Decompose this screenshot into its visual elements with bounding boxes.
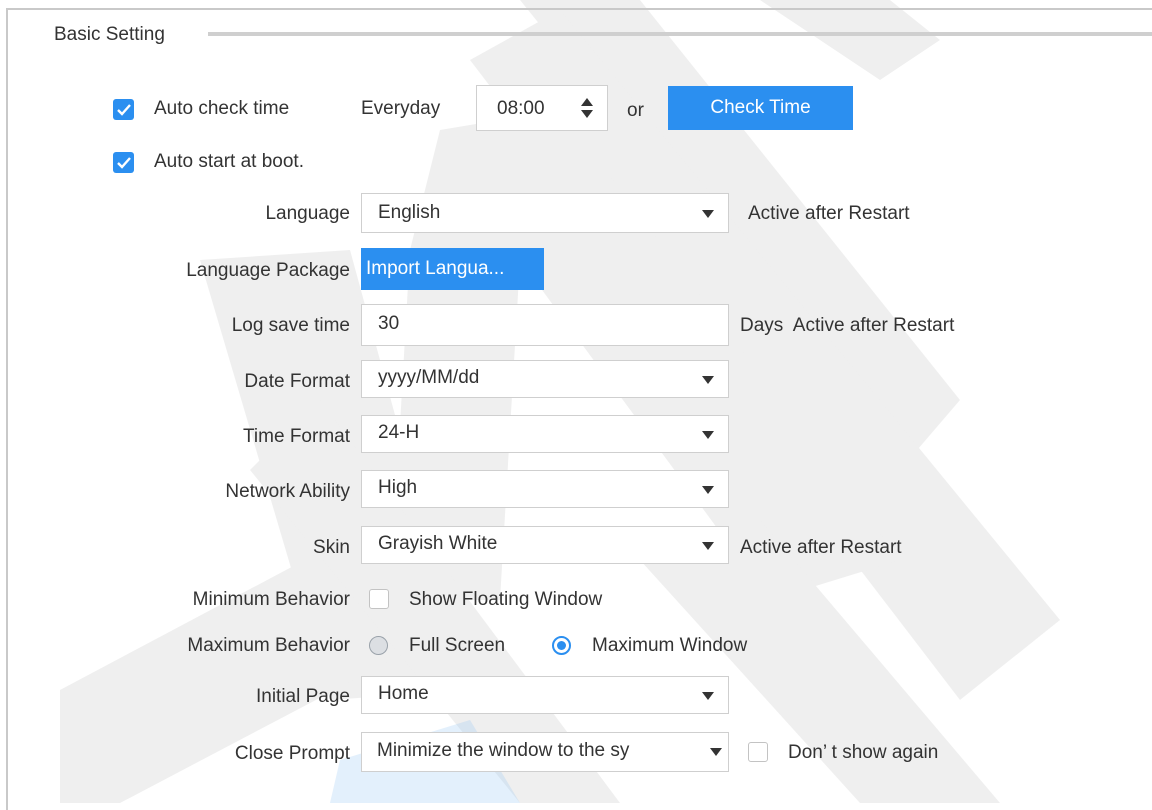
auto-start-checkbox[interactable] bbox=[113, 152, 134, 173]
initial-page-select[interactable]: Home bbox=[361, 676, 729, 714]
close-prompt-label: Close Prompt bbox=[234, 743, 350, 764]
dropdown-arrow-icon bbox=[702, 692, 714, 700]
dropdown-arrow-icon bbox=[702, 376, 714, 384]
skin-note: Active after Restart bbox=[740, 537, 902, 558]
network-ability-label: Network Ability bbox=[225, 481, 350, 502]
maximum-window-label: Maximum Window bbox=[592, 635, 748, 656]
check-time-spinbox[interactable]: 08:00 bbox=[476, 85, 608, 131]
import-language-button[interactable]: Import Langua... bbox=[361, 248, 544, 290]
full-screen-label: Full Screen bbox=[409, 635, 506, 656]
auto-check-time-label: Auto check time bbox=[154, 98, 290, 119]
or-text: or bbox=[627, 100, 644, 121]
dont-show-again-checkbox[interactable] bbox=[748, 742, 768, 762]
auto-start-label: Auto start at boot. bbox=[154, 151, 304, 172]
time-format-value: 24-H bbox=[378, 422, 420, 443]
language-select[interactable]: English bbox=[361, 193, 729, 233]
check-time-button[interactable]: Check Time bbox=[668, 86, 853, 130]
network-ability-select[interactable]: High bbox=[361, 470, 729, 508]
check-frequency-text: Everyday bbox=[361, 98, 441, 119]
show-floating-window-label: Show Floating Window bbox=[409, 589, 603, 610]
time-format-select[interactable]: 24-H bbox=[361, 415, 729, 453]
dropdown-arrow-icon bbox=[710, 748, 722, 756]
initial-page-value: Home bbox=[378, 683, 429, 704]
check-time-value: 08:00 bbox=[497, 98, 545, 119]
group-divider bbox=[208, 32, 1152, 36]
language-label: Language bbox=[265, 203, 350, 224]
maximum-window-radio[interactable] bbox=[552, 636, 571, 655]
group-title: Basic Setting bbox=[54, 24, 173, 46]
log-save-time-input[interactable]: 30 bbox=[361, 304, 729, 346]
check-icon bbox=[116, 103, 131, 116]
log-save-time-note: Days Active after Restart bbox=[740, 315, 955, 336]
log-save-time-label: Log save time bbox=[231, 315, 350, 336]
date-format-value: yyyy/MM/dd bbox=[378, 367, 480, 388]
dropdown-arrow-icon bbox=[702, 486, 714, 494]
check-icon bbox=[116, 156, 131, 169]
date-format-label: Date Format bbox=[244, 371, 350, 392]
spin-arrows-icon[interactable] bbox=[580, 97, 594, 119]
network-ability-value: High bbox=[378, 477, 418, 498]
close-prompt-value: Minimize the window to the sy bbox=[377, 740, 630, 761]
dropdown-arrow-icon bbox=[702, 542, 714, 550]
minimum-behavior-label: Minimum Behavior bbox=[192, 589, 350, 610]
dont-show-again-label: Don’ t show again bbox=[788, 742, 939, 763]
language-package-label: Language Package bbox=[186, 260, 350, 281]
initial-page-label: Initial Page bbox=[255, 686, 350, 707]
language-value: English bbox=[378, 202, 441, 223]
language-note: Active after Restart bbox=[748, 203, 910, 224]
log-save-time-value: 30 bbox=[378, 313, 400, 334]
full-screen-radio[interactable] bbox=[369, 636, 388, 655]
date-format-select[interactable]: yyyy/MM/dd bbox=[361, 360, 729, 398]
maximum-behavior-label: Maximum Behavior bbox=[187, 635, 350, 656]
dropdown-arrow-icon bbox=[702, 431, 714, 439]
skin-select[interactable]: Grayish White bbox=[361, 526, 729, 564]
skin-label: Skin bbox=[313, 537, 350, 558]
close-prompt-select[interactable]: Minimize the window to the sy bbox=[361, 732, 729, 772]
skin-value: Grayish White bbox=[378, 533, 498, 554]
time-format-label: Time Format bbox=[243, 426, 350, 447]
show-floating-window-checkbox[interactable] bbox=[369, 589, 389, 609]
auto-check-time-checkbox[interactable] bbox=[113, 99, 134, 120]
dropdown-arrow-icon bbox=[702, 210, 714, 218]
